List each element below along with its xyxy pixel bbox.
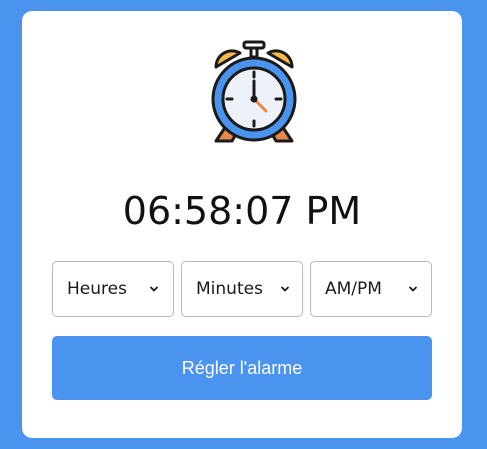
chevron-down-icon: [281, 286, 289, 292]
chevron-down-icon: [409, 286, 417, 292]
chevron-down-icon: [150, 286, 158, 292]
ampm-select-label: AM/PM: [325, 279, 382, 299]
current-time: 06:58:07 PM: [122, 189, 362, 233]
ampm-select[interactable]: AM/PM: [310, 261, 432, 317]
minutes-select[interactable]: Minutes: [181, 261, 303, 317]
set-alarm-button[interactable]: Régler l'alarme: [52, 336, 432, 400]
minutes-select-label: Minutes: [196, 279, 263, 299]
alarm-time-selectors: Heures Minutes AM/PM: [52, 261, 432, 317]
hours-select[interactable]: Heures: [52, 261, 174, 317]
hours-select-label: Heures: [67, 279, 127, 299]
alarm-card: 06:58:07 PM Heures Minutes AM/PM Régler …: [22, 11, 462, 438]
alarm-clock-icon: [202, 39, 306, 147]
